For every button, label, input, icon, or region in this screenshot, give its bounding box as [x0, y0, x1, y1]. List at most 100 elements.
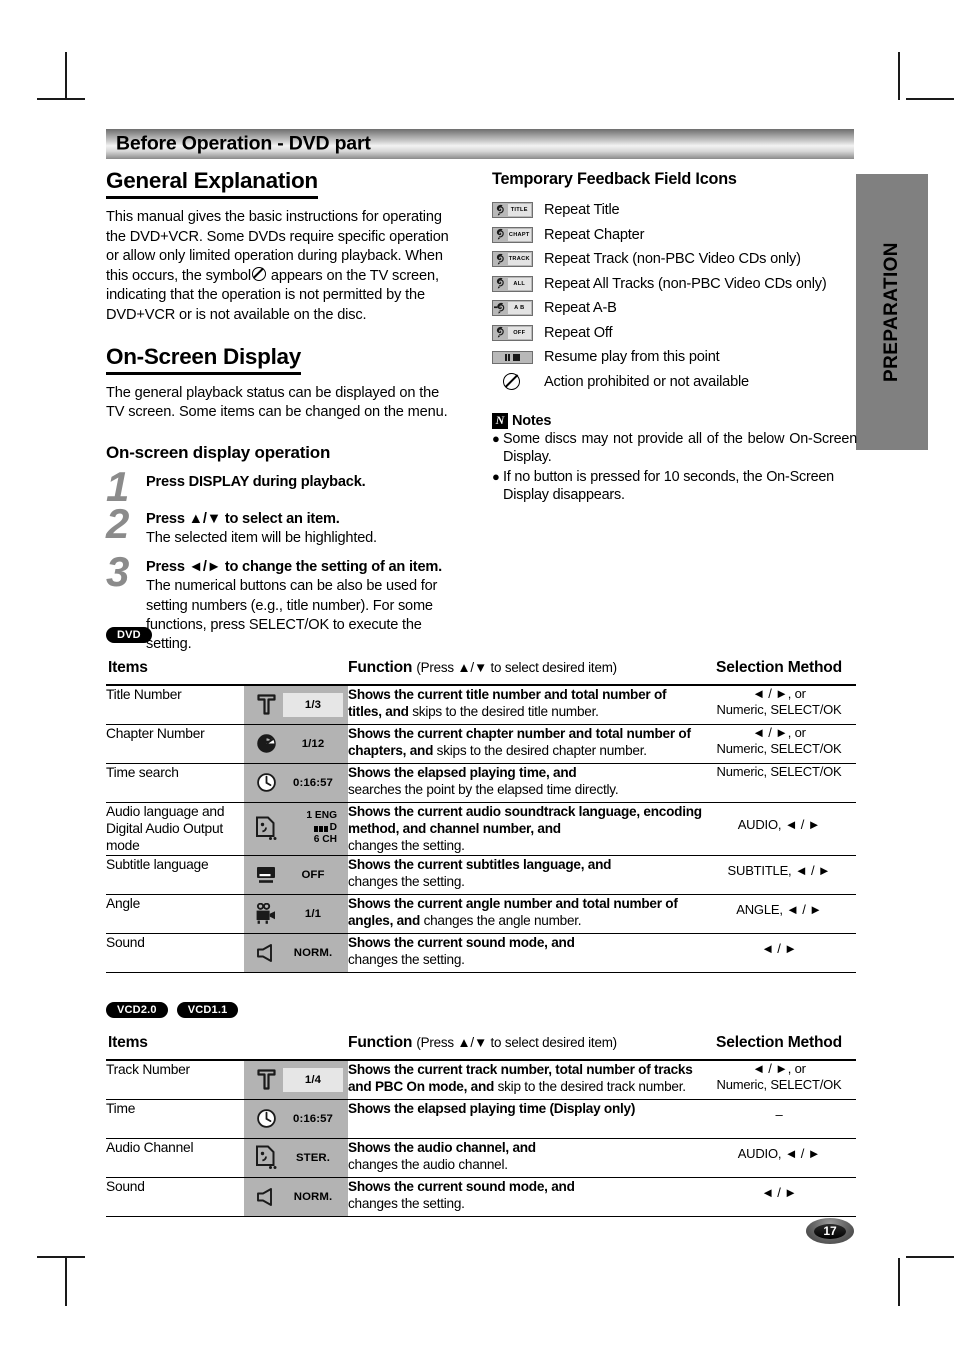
cell-item: Audio Channel: [106, 1138, 244, 1178]
dvd-badge-row: DVD: [106, 627, 854, 643]
bullet-icon: ●: [492, 430, 500, 446]
icon-slot: TRACK: [492, 251, 544, 267]
cell-function: Shows the current sound mode, and changes…: [348, 933, 702, 973]
step-number: 2: [106, 499, 129, 547]
cell-function: Shows the audio channel, and changes the …: [348, 1138, 702, 1178]
repeat-off-icon: OFF: [492, 324, 533, 341]
table-row: Chapter Number 1/12 Shows the current ch…: [106, 724, 856, 764]
osd-display-chip: NORM.: [244, 1177, 348, 1216]
vcd-badge-row: VCD2.0 VCD1.1: [106, 1002, 854, 1018]
feedback-icon-label: Repeat A-B: [544, 300, 617, 316]
table-row: Track Number 1/4 Shows the current track…: [106, 1059, 856, 1100]
feedback-icon-label: Repeat Off: [544, 324, 613, 341]
cell-selection: ANGLE, ◄ / ►: [702, 894, 856, 934]
vcd-table-section: VCD2.0 VCD1.1 Items Function (Press ▲/▼ …: [106, 1002, 856, 1217]
selection-line-2: AUDIO, ◄ / ►: [737, 1145, 821, 1161]
repeat-chapter-icon: CHAPT: [492, 226, 533, 243]
table-row: Title Number 1/3 Shows the current title…: [106, 684, 856, 725]
vcd-osd-table: Items Function (Press ▲/▼ to select desi…: [106, 1026, 856, 1217]
osd-operation-heading: On-screen display operation: [106, 442, 331, 462]
icon-slot: CHAPT: [492, 226, 544, 243]
chapter-icon: [249, 733, 283, 754]
feedback-icon-row: Resume play from this point: [492, 348, 857, 366]
side-tab-preparation: PREPARATION: [856, 174, 928, 450]
header-function-note: (Press ▲/▼ to select desired item): [416, 659, 617, 675]
function-rest: skips to the desired title number.: [408, 703, 599, 719]
media-badge-dvd: DVD: [106, 627, 152, 643]
function-rest: changes the audio channel.: [348, 1156, 508, 1172]
selection-line-2: ANGLE, ◄ / ►: [736, 901, 822, 917]
icon-slot: ALL: [492, 275, 544, 292]
selection-line-2: –: [775, 1106, 783, 1122]
cell-item: Time: [106, 1099, 244, 1139]
audio-codec-letter: D: [329, 822, 337, 834]
function-rest: changes the setting.: [348, 873, 465, 889]
cell-selection: ◄ / ►, or Numeric, SELECT/OK: [702, 1059, 856, 1100]
cell-item: Track Number: [106, 1059, 244, 1100]
repeat-glyph-icon: [493, 277, 508, 291]
osd-value: 0:16:57: [293, 1112, 333, 1125]
cell-item: Time search: [106, 763, 244, 803]
osd-value: 1/1: [304, 907, 322, 920]
osd-display-chip: OFF: [244, 855, 348, 894]
feedback-icon-row: TITLE Repeat Title: [492, 201, 857, 219]
table-row: Sound NORM. Shows the current sound mode…: [106, 1177, 856, 1217]
crop-mark-bl-h: [37, 1256, 85, 1258]
function-rest: changes the setting.: [348, 951, 465, 967]
feedback-icon-row: TRACK Repeat Track (non-PBC Video CDs on…: [492, 250, 857, 268]
cell-selection: ◄ / ►: [702, 933, 856, 973]
speaker-icon: [249, 943, 283, 963]
step-number: 3: [106, 548, 129, 596]
section-banner: Before Operation - DVD part: [106, 129, 854, 159]
selection-line-1: ◄ / ►, or: [752, 724, 806, 740]
dvd-table-head: Items Function (Press ▲/▼ to select desi…: [106, 651, 856, 686]
osd-audio-values: 1 ENG D 6 CH: [283, 811, 343, 846]
audio-icon: [249, 816, 283, 842]
action-prohibited-icon: [503, 373, 520, 390]
notes-badge-icon: N: [492, 412, 508, 429]
page-number-badge: 17: [806, 1218, 854, 1244]
table-row: Sound NORM. Shows the current sound mode…: [106, 933, 856, 973]
cell-selection: AUDIO, ◄ / ►: [702, 1138, 856, 1178]
temporary-feedback-heading: Temporary Feedback Field Icons: [492, 170, 737, 188]
cell-icon: NORM.: [244, 933, 348, 973]
selection-line-1: ◄ / ►, or: [752, 1060, 806, 1076]
function-bold: Shows the current sound mode, and: [348, 1178, 575, 1194]
osd-value: 0:16:57: [293, 776, 333, 789]
cell-selection: Numeric, SELECT/OK: [702, 763, 856, 803]
crop-mark-tl-v: [65, 52, 67, 100]
note-text: Some discs may not provide all of the be…: [503, 430, 857, 466]
clock-icon: [249, 1108, 283, 1129]
osd-display-chip: NORM.: [244, 933, 348, 972]
feedback-icon-label: Repeat All Tracks (non-PBC Video CDs onl…: [544, 275, 827, 292]
step-lead: Press ◄/► to change the setting of an it…: [146, 559, 443, 576]
media-badge-vcd20: VCD2.0: [106, 1002, 168, 1018]
repeat-glyph-icon: [493, 203, 508, 217]
cell-function: Shows the current subtitles language, an…: [348, 855, 702, 895]
pause-bars-icon: [504, 353, 511, 361]
cell-icon: 1/1: [244, 894, 348, 934]
icon-slot: TITLE: [492, 202, 544, 218]
selection-line-2: Numeric, SELECT/OK: [716, 701, 842, 717]
feedback-icon-row: Action prohibited or not available: [492, 373, 857, 391]
general-explanation-text: This manual gives the basic instructions…: [106, 208, 458, 326]
cell-function: Shows the current chapter number and tot…: [348, 724, 702, 764]
audio-line-1: 1 ENG: [306, 810, 337, 822]
cell-icon: NORM.: [244, 1177, 348, 1217]
cell-item: Subtitle language: [106, 855, 244, 895]
cell-selection: AUDIO, ◄ / ►: [702, 802, 856, 856]
icon-slot: [492, 373, 544, 390]
cell-selection: –: [702, 1099, 856, 1139]
feedback-icon-row: OFF Repeat Off: [492, 324, 857, 342]
crop-mark-br-h: [906, 1256, 954, 1258]
osd-display-chip: STER.: [244, 1138, 348, 1177]
osd-value: NORM.: [293, 1190, 333, 1203]
note-text: If no button is pressed for 10 seconds, …: [503, 468, 834, 504]
feedback-icon-row: CHAPT Repeat Chapter: [492, 226, 857, 244]
header-function-note: (Press ▲/▼ to select desired item): [416, 1034, 617, 1050]
selection-line-2: AUDIO, ◄ / ►: [737, 816, 821, 832]
cell-icon: 0:16:57: [244, 1099, 348, 1139]
osd-display-chip: 1/3: [244, 685, 348, 724]
table-row: Subtitle language OFF Shows the current …: [106, 855, 856, 895]
title-icon: [249, 694, 283, 715]
